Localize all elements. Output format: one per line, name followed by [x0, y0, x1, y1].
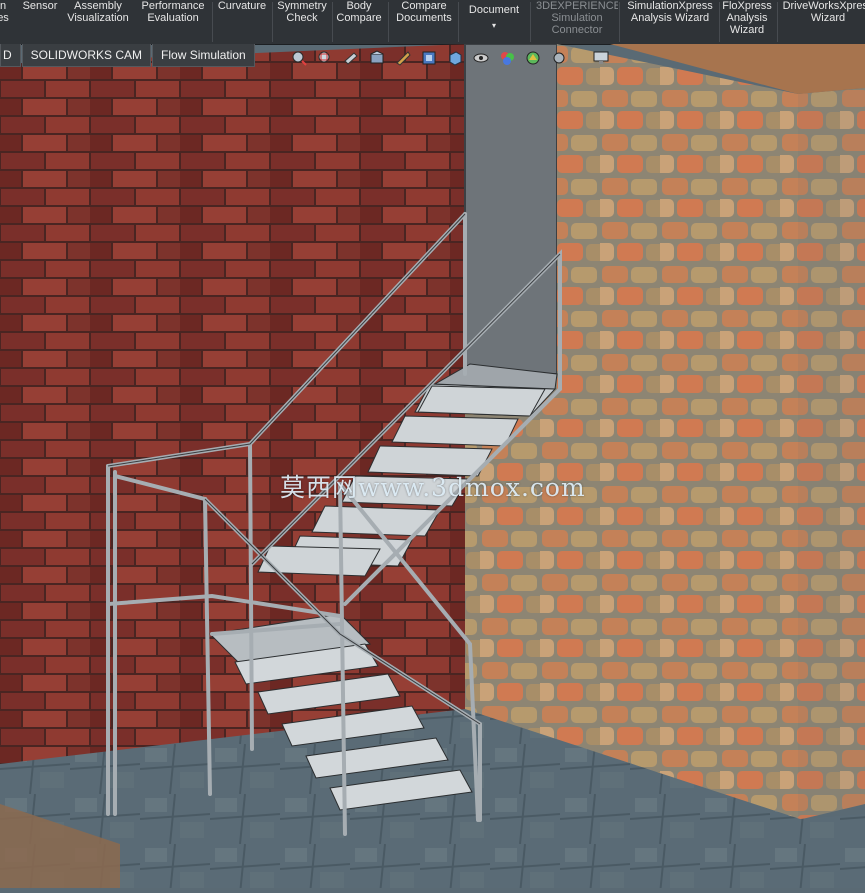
tab-solidworks-cam[interactable]: SOLIDWORKS CAM: [21, 44, 152, 67]
3dexperience-simulation-connector-label: Connector: [551, 24, 603, 36]
document-button[interactable]: Document ▾: [460, 0, 528, 48]
stone-wall-end: [798, 88, 865, 820]
view-orientation-icon[interactable]: [394, 49, 412, 67]
zoom-to-area-icon[interactable]: [316, 49, 334, 67]
curvature-button[interactable]: Curvature: [214, 0, 270, 44]
ribbon-separator: [272, 2, 273, 42]
monitor-icon[interactable]: [592, 49, 610, 67]
driveworksxpress-wizard-label: DriveWorksXpress: [782, 0, 865, 12]
apply-scene-icon[interactable]: [524, 49, 542, 67]
floxpress-analysis-wizard-label: FloXpress: [722, 0, 772, 12]
curvature-label: Curvature: [217, 0, 267, 12]
ribbon-separator: [458, 2, 459, 42]
performance-evaluation-label: Performance: [141, 0, 205, 12]
3dexperience-simulation-connector-button[interactable]: 3DEXPERIENCE Simulation Connector: [536, 0, 618, 44]
zoom-to-fit-icon[interactable]: [290, 49, 308, 67]
ribbon-separator: [777, 2, 778, 42]
partial-left-button[interactable]: n es: [0, 0, 12, 44]
3d-model-viewport: [0, 43, 865, 888]
hide-show-items-icon[interactable]: [472, 49, 490, 67]
ribbon-separator: [212, 2, 213, 42]
sensor-button[interactable]: Sensor: [18, 0, 62, 44]
previous-view-icon[interactable]: [342, 49, 360, 67]
compare-documents-label: Documents: [396, 12, 452, 24]
heads-up-view-toolbar: [290, 47, 618, 69]
body-compare-label: Body: [346, 0, 372, 12]
driveworksxpress-wizard-button[interactable]: DriveWorksXpress Wizard: [780, 0, 865, 44]
tab-flow-simulation[interactable]: Flow Simulation: [152, 44, 255, 67]
display-style-icon[interactable]: [420, 49, 438, 67]
command-manager-ribbon: n es Sensor Assembly Visualization Performanc…: [0, 0, 865, 45]
floxpress-analysis-wizard-button[interactable]: FloXpress Analysis Wizard: [720, 0, 774, 44]
floxpress-analysis-wizard-label: Wizard: [729, 24, 765, 36]
symmetry-check-label: Symmetry: [277, 0, 327, 12]
ribbon-separator: [388, 2, 389, 42]
view-settings-icon[interactable]: [550, 49, 568, 67]
driveworksxpress-wizard-label: Wizard: [810, 12, 846, 24]
performance-evaluation-button[interactable]: Performance Evaluation: [138, 0, 208, 44]
tab-d[interactable]: D: [0, 44, 21, 67]
assembly-visualization-label: Visualization: [67, 12, 129, 24]
partial-left-label: es: [0, 12, 9, 24]
compare-documents-button[interactable]: Compare Documents: [392, 0, 456, 44]
assembly-visualization-button[interactable]: Assembly Visualization: [64, 0, 132, 44]
simulationxpress-analysis-wizard-label: SimulationXpress: [627, 0, 713, 12]
performance-evaluation-label: Evaluation: [147, 12, 199, 24]
partial-left-label: n: [0, 0, 7, 12]
body-compare-button[interactable]: Body Compare: [334, 0, 384, 44]
symmetry-check-button[interactable]: Symmetry Check: [274, 0, 330, 44]
compare-documents-label: Compare: [401, 0, 447, 12]
symmetry-check-label: Check: [286, 12, 318, 24]
floxpress-analysis-wizard-label: Analysis: [726, 12, 768, 24]
edit-appearance-icon[interactable]: [498, 49, 516, 67]
ribbon-separator: [530, 2, 531, 42]
3dexperience-simulation-connector-label: 3DEXPERIENCE: [536, 0, 618, 12]
assembly-visualization-label: Assembly: [74, 0, 122, 12]
view-cube-icon[interactable]: [446, 49, 464, 67]
document-label: Document: [468, 4, 520, 16]
command-manager-tabs: D SOLIDWORKS CAM Flow Simulation: [0, 44, 256, 68]
body-compare-label: Compare: [336, 12, 382, 24]
watermark-text: 莫西网www.3dmox.com: [280, 473, 586, 502]
simulationxpress-analysis-wizard-button[interactable]: SimulationXpress Analysis Wizard: [622, 0, 718, 44]
3dexperience-simulation-connector-label: Simulation: [551, 12, 603, 24]
chevron-down-icon[interactable]: ▾: [460, 20, 528, 32]
simulationxpress-analysis-wizard-label: Analysis Wizard: [630, 12, 710, 24]
section-view-icon[interactable]: [368, 49, 386, 67]
doorway-opening: [465, 44, 557, 374]
graphics-area[interactable]: 莫西网www.3dmox.com: [0, 43, 865, 888]
sensor-label: Sensor: [22, 0, 58, 12]
ribbon-separator: [619, 2, 620, 42]
ribbon-separator: [332, 2, 333, 42]
